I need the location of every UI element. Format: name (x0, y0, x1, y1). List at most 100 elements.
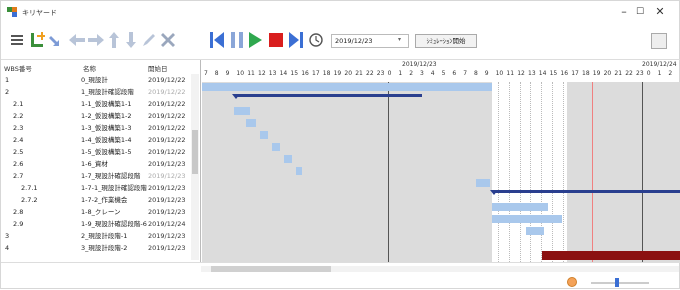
date-dropdown-icon[interactable]: ▾ (398, 36, 401, 43)
name-cell: 1-3_仮設構築1-3 (81, 124, 132, 132)
name-cell: 1-2_仮設構築1-2 (81, 112, 132, 120)
summary-bar[interactable] (490, 188, 680, 198)
table-row[interactable]: 2.7.1 1-7-1_現設計確認段階 2019/12/23 (1, 182, 191, 194)
task-bar[interactable] (246, 119, 256, 127)
hour-label: 0 (387, 70, 392, 77)
arrow-left-icon[interactable] (67, 29, 86, 51)
hour-label: 13 (268, 70, 277, 77)
hour-label: 2 (668, 70, 673, 77)
play-icon[interactable] (246, 29, 265, 51)
hour-label: 13 (528, 70, 536, 77)
name-cell: 2_現設計段階-1 (81, 232, 128, 240)
summary-bar[interactable] (232, 92, 422, 102)
hour-label: 16 (560, 70, 569, 77)
wbs-cell: 2.7.1 (21, 184, 38, 192)
scroll-thumb[interactable] (192, 130, 198, 174)
wbs-cell: 1 (5, 76, 10, 84)
name-cell: 1-9_現設計確認段階-6 (81, 220, 147, 228)
hour-label: 18 (322, 70, 331, 77)
column-header-name[interactable]: 名称 (83, 63, 96, 73)
task-bar[interactable] (234, 107, 250, 115)
table-row[interactable]: 2.6 1-6_資材 2019/12/23 (1, 158, 191, 170)
column-header-wbs[interactable]: WBS番号 (4, 63, 32, 73)
app-window: キリヤード – ☐ ✕ 2019/12/23 ▾ ｼﾐｭﾚｰｼｮﾝ開始 WBS番… (0, 0, 680, 289)
hour-label: 23 (636, 70, 644, 77)
skip-end-icon[interactable] (286, 29, 305, 51)
table-row[interactable]: 2.7.2 1-7-2_作業機会 2019/12/23 (1, 194, 191, 206)
panel-toggle-icon[interactable] (651, 33, 667, 49)
zoom-slider-thumb[interactable] (615, 278, 619, 287)
table-row[interactable]: 4 3_現設計段階-2 2019/12/23 (1, 242, 191, 254)
task-bar[interactable] (260, 131, 268, 139)
stop-icon[interactable] (266, 29, 285, 51)
hour-label: 19 (333, 70, 342, 77)
table-row[interactable]: 2.1 1-1_仮設構築1-1 2019/12/22 (1, 98, 191, 110)
vertical-scrollbar[interactable] (191, 74, 199, 260)
hour-label: 16 (301, 70, 309, 77)
name-cell: 0_現設計 (81, 76, 108, 84)
arrow-down-icon[interactable] (121, 29, 140, 51)
table-row[interactable]: 2.8 1-8_クレーン 2019/12/23 (1, 206, 191, 218)
name-cell: 1-7-1_現設計確認段階 (81, 184, 147, 192)
nonwork-shade (388, 82, 492, 262)
maximize-button[interactable]: ☐ (630, 4, 650, 20)
add-task-icon[interactable] (27, 29, 46, 51)
task-bar[interactable] (296, 167, 302, 175)
start-date-cell: 2019/12/23 (148, 196, 186, 204)
gantt-grid: WBS番号 名称 開始日 1 0_現設計 2019/12/22 2 1_現設計確認段階 2… (1, 59, 680, 262)
hour-label: 22 (625, 70, 633, 77)
table-row[interactable]: 2.5 1-5_仮設構築1-5 2019/12/22 (1, 146, 191, 158)
hour-label: 5 (441, 70, 446, 77)
delete-icon[interactable] (158, 29, 177, 51)
hour-label: 2 (409, 70, 414, 77)
task-bar[interactable] (476, 179, 490, 187)
task-bar[interactable] (526, 227, 544, 235)
scroll-thumb[interactable] (211, 266, 331, 272)
arrow-right-icon[interactable] (86, 29, 105, 51)
hour-label: 10 (236, 70, 245, 77)
task-bar[interactable] (272, 143, 280, 151)
task-bar[interactable] (492, 203, 548, 211)
hour-label: 10 (495, 70, 504, 77)
pencil-icon[interactable] (139, 29, 158, 51)
hour-label: 1 (657, 70, 662, 77)
hour-gridline (530, 82, 532, 262)
close-button[interactable]: ✕ (650, 4, 670, 20)
task-bar[interactable] (492, 215, 562, 223)
start-date-cell: 2019/12/22 (148, 100, 186, 108)
link-icon[interactable] (47, 29, 66, 51)
wbs-cell: 2.9 (13, 220, 24, 228)
hour-label: 21 (355, 70, 363, 77)
table-row[interactable]: 2.9 1-9_現設計確認段階-6 2019/12/24 (1, 218, 191, 230)
task-bar[interactable] (202, 83, 492, 91)
critical-task-bar[interactable] (542, 251, 680, 260)
wbs-cell: 2.5 (13, 148, 24, 156)
start-date-cell: 2019/12/23 (148, 232, 186, 240)
table-row[interactable]: 1 0_現設計 2019/12/22 (1, 74, 191, 86)
table-row[interactable]: 2.2 1-2_仮設構築1-2 2019/12/22 (1, 110, 191, 122)
table-row[interactable]: 2 1_現設計確認段階 2019/12/22 (1, 86, 191, 98)
skip-start-icon[interactable] (207, 29, 226, 51)
table-row[interactable]: 2.4 1-4_仮設構築1-4 2019/12/22 (1, 134, 191, 146)
table-row[interactable]: 3 2_現設計段階-1 2019/12/23 (1, 230, 191, 242)
hour-label: 3 (420, 70, 424, 77)
hour-label: 1 (398, 70, 403, 77)
warning-icon[interactable] (567, 277, 577, 287)
table-row[interactable]: 2.7 1-7_現設計確認段階 2019/12/23 (1, 170, 191, 182)
task-bar[interactable] (284, 155, 292, 163)
zoom-slider-track[interactable] (591, 282, 649, 284)
hour-label: 8 (214, 70, 219, 77)
clock-icon[interactable] (306, 29, 325, 51)
current-time-line (592, 82, 593, 262)
pause-icon[interactable] (227, 29, 246, 51)
table-row[interactable]: 2.3 1-3_仮設構築1-3 2019/12/22 (1, 122, 191, 134)
hour-label: 14 (538, 70, 547, 77)
start-date-cell: 2019/12/22 (148, 124, 186, 132)
horizontal-scrollbar[interactable] (201, 266, 679, 272)
hour-gridline (508, 82, 510, 262)
simulation-start-button[interactable]: ｼﾐｭﾚｰｼｮﾝ開始 (415, 34, 477, 48)
hour-label: 21 (614, 70, 623, 77)
menu-icon[interactable] (7, 29, 26, 51)
hour-label: 22 (366, 70, 374, 77)
column-header-start[interactable]: 開始日 (148, 63, 168, 73)
